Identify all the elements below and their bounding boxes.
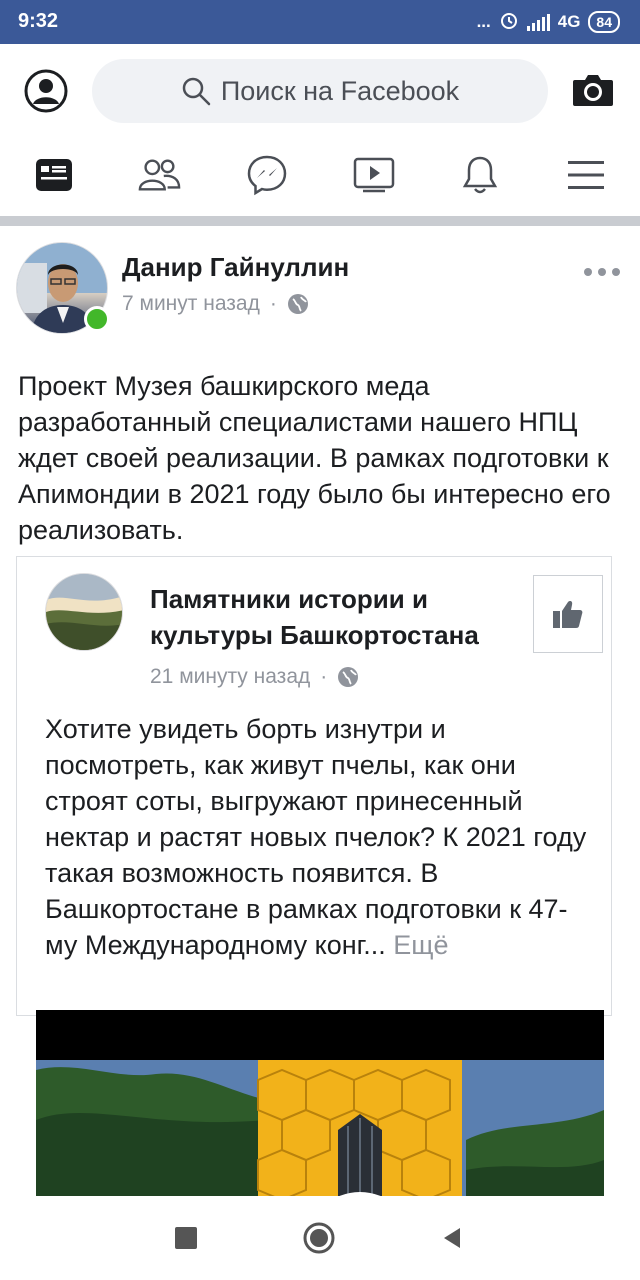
camera-button[interactable] bbox=[571, 70, 615, 110]
tab-friends[interactable] bbox=[137, 154, 181, 196]
messenger-icon bbox=[247, 155, 287, 196]
top-header: Поиск на Facebook bbox=[0, 44, 640, 140]
tab-news-feed[interactable] bbox=[32, 154, 76, 196]
profile-icon bbox=[24, 69, 68, 113]
tab-messenger[interactable] bbox=[245, 154, 289, 196]
main-nav bbox=[0, 140, 640, 216]
camera-icon bbox=[573, 75, 613, 106]
online-indicator bbox=[84, 306, 110, 332]
divider bbox=[0, 216, 640, 226]
post-options-button[interactable] bbox=[584, 268, 620, 276]
network-type: 4G bbox=[557, 12, 581, 31]
battery-indicator: 84 bbox=[588, 11, 620, 33]
museum-render-image bbox=[36, 1010, 604, 1226]
status-time: 9:32 bbox=[18, 10, 59, 32]
profile-button[interactable] bbox=[24, 69, 68, 113]
video-icon bbox=[353, 157, 395, 193]
shared-body: Хотите увидеть борть изнутри и посмотрет… bbox=[45, 714, 587, 960]
home-button[interactable] bbox=[303, 1222, 335, 1254]
bell-icon bbox=[462, 156, 498, 194]
feed-post: Данир Гайнуллин 7 минут назад · Проект М… bbox=[0, 226, 640, 1226]
tab-menu[interactable] bbox=[564, 154, 608, 196]
search-icon bbox=[182, 77, 211, 106]
more-icon bbox=[584, 268, 592, 276]
status-icons: ... 4G 84 bbox=[477, 9, 620, 35]
status-bar: 9:32 ... 4G 84 bbox=[0, 0, 640, 44]
search-placeholder: Поиск на Facebook bbox=[220, 75, 460, 106]
notification-dots: ... bbox=[476, 12, 491, 31]
post-author[interactable]: Данир Гайнуллин bbox=[122, 252, 349, 283]
alarm-icon bbox=[499, 10, 519, 35]
news-feed-icon bbox=[36, 159, 72, 191]
like-page-button[interactable] bbox=[533, 575, 603, 653]
globe-icon bbox=[338, 667, 359, 687]
see-more-link[interactable]: Ещё bbox=[393, 930, 448, 960]
signal-icon bbox=[526, 13, 550, 31]
tab-notifications[interactable] bbox=[458, 154, 502, 196]
tab-watch[interactable] bbox=[352, 154, 396, 196]
page-avatar[interactable] bbox=[45, 573, 123, 651]
back-triangle-icon bbox=[444, 1228, 460, 1248]
meta-separator: · bbox=[320, 665, 328, 688]
shared-post[interactable]: Памятники истории и культуры Башкортоста… bbox=[16, 556, 612, 1016]
friends-icon bbox=[138, 159, 181, 191]
shared-text: Хотите увидеть борть изнутри и посмотрет… bbox=[45, 711, 595, 963]
shared-timestamp[interactable]: 21 минуту назад bbox=[150, 665, 310, 689]
post-image[interactable] bbox=[36, 1010, 604, 1226]
page-name[interactable]: Памятники истории и культуры Башкортоста… bbox=[150, 581, 530, 653]
thumbs-up-icon bbox=[553, 601, 583, 628]
author-avatar[interactable] bbox=[16, 242, 110, 334]
home-circle-icon bbox=[303, 1222, 335, 1254]
square-icon bbox=[175, 1227, 197, 1249]
post-timestamp[interactable]: 7 минут назад bbox=[122, 292, 260, 316]
post-meta: 7 минут назад · bbox=[122, 292, 309, 316]
globe-icon bbox=[287, 294, 308, 314]
hamburger-icon bbox=[568, 161, 604, 189]
recents-button[interactable] bbox=[170, 1222, 202, 1254]
back-button[interactable] bbox=[436, 1222, 468, 1254]
shared-meta: 21 минуту назад · bbox=[150, 665, 359, 689]
post-text: Проект Музея башкирского меда разработан… bbox=[18, 371, 611, 545]
meta-separator: · bbox=[269, 292, 277, 315]
search-bar[interactable]: Поиск на Facebook bbox=[92, 59, 548, 123]
system-nav-bar bbox=[0, 1196, 640, 1280]
